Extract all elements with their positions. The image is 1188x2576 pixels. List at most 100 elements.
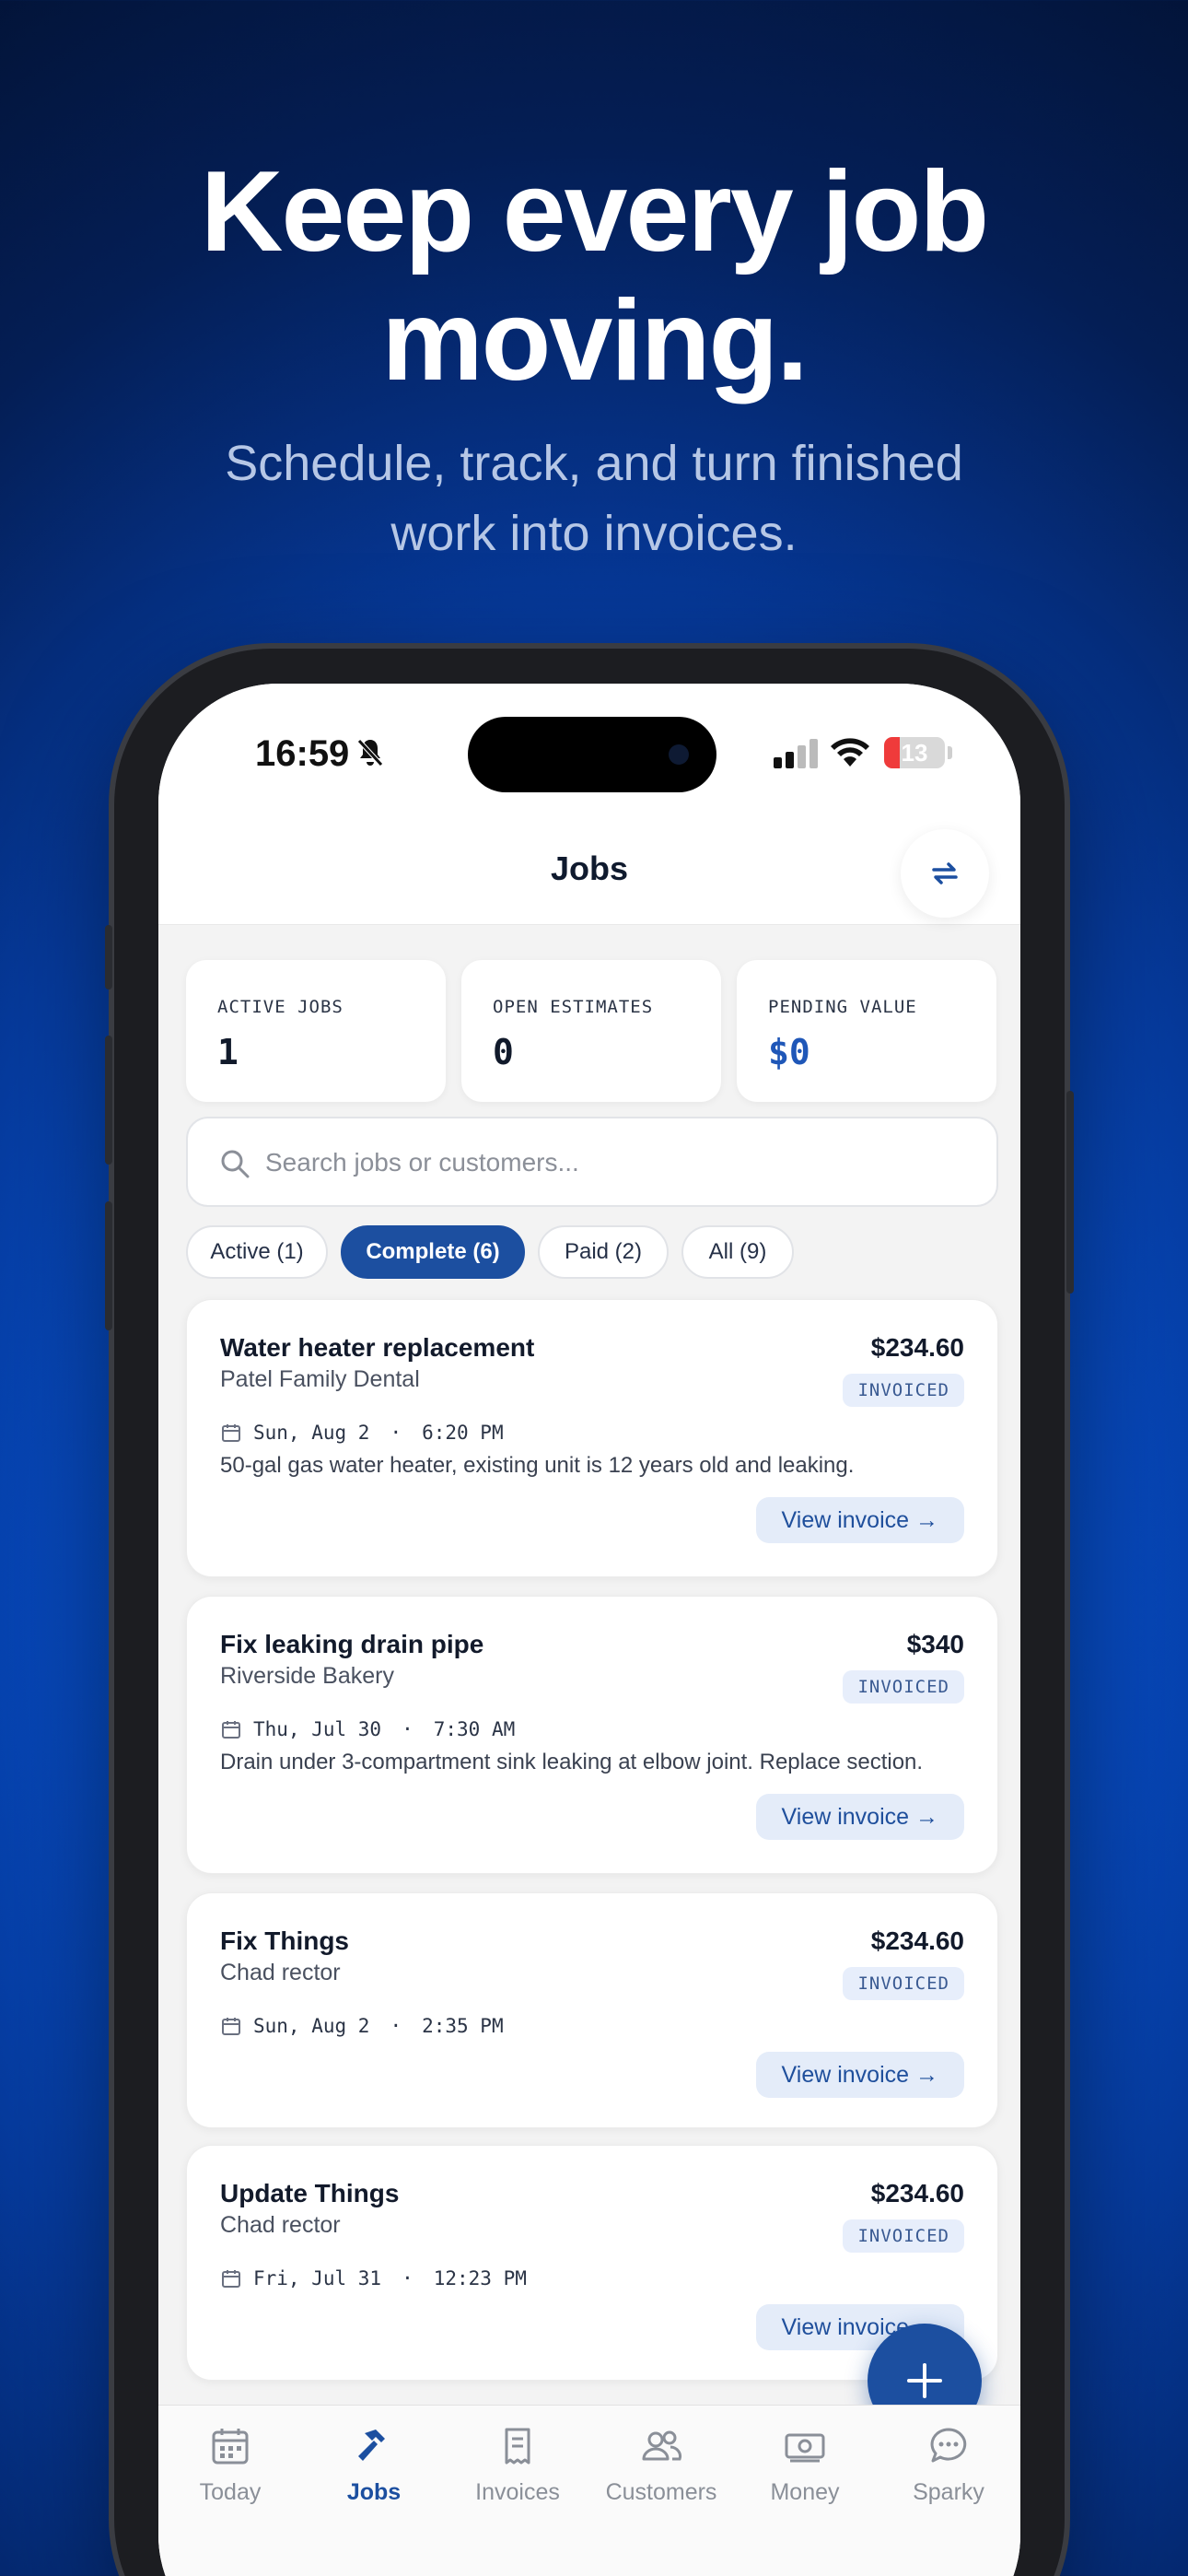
job-time: 12:23 PM: [433, 2267, 527, 2289]
job-card[interactable]: Fix Things Chad rector $234.60 INVOICED …: [186, 1892, 998, 2128]
status-badge: INVOICED: [843, 1967, 964, 2000]
stat-card-pending-value[interactable]: PENDING VALUE $0: [737, 960, 996, 1102]
headline-line-2: moving.: [381, 277, 808, 404]
cash-icon: [785, 2433, 825, 2463]
job-card[interactable]: Fix leaking drain pipe Riverside Bakery …: [186, 1596, 998, 1874]
job-time: 2:35 PM: [422, 2015, 504, 2037]
tab-money[interactable]: Money: [733, 2424, 877, 2535]
filter-chip-all[interactable]: All (9): [681, 1225, 794, 1279]
job-amount: $234.60: [870, 1333, 964, 1362]
tab-jobs[interactable]: Jobs: [302, 2424, 446, 2535]
view-invoice-button[interactable]: View invoice →: [755, 1497, 964, 1543]
tab-bar: Today Jobs Invoices Customers Money Spar…: [158, 2405, 1020, 2576]
wifi-icon: [831, 738, 869, 767]
calendar-icon: [222, 2018, 240, 2035]
stat-card-active-jobs[interactable]: ACTIVE JOBS 1: [186, 960, 446, 1102]
subheadline-line-2: work into invoices.: [390, 506, 798, 561]
job-customer: Chad rector: [220, 1960, 341, 1985]
subheadline-line-1: Schedule, track, and turn finished: [225, 436, 963, 491]
job-customer: Riverside Bakery: [220, 1663, 394, 1689]
date-separator: ·: [390, 2015, 402, 2037]
volume-down-button: [105, 1201, 112, 1330]
calendar-icon: [222, 1424, 240, 1442]
stat-label: ACTIVE JOBS: [217, 997, 344, 1017]
date-separator: ·: [402, 1718, 413, 1740]
date-separator: ·: [402, 2267, 413, 2289]
job-date: Sun, Aug 2: [253, 1422, 370, 1444]
search-icon: [221, 1150, 250, 1178]
subheadline: Schedule, track, and turn finished work …: [0, 428, 1188, 568]
camera-icon: [669, 744, 689, 765]
sync-button[interactable]: [901, 829, 989, 918]
stat-value: 0: [493, 1032, 514, 1072]
stat-card-open-estimates[interactable]: OPEN ESTIMATES 0: [461, 960, 721, 1102]
job-amount: $234.60: [870, 2179, 964, 2207]
tab-label: Jobs: [346, 2479, 402, 2505]
view-invoice-button[interactable]: View invoice →: [755, 1794, 964, 1840]
tab-sparky[interactable]: Sparky: [877, 2424, 1020, 2535]
tab-today[interactable]: Today: [158, 2424, 302, 2535]
job-schedule: Fri, Jul 31 · 12:23 PM: [220, 2267, 527, 2289]
plus-icon: [907, 2363, 942, 2398]
status-badge: INVOICED: [843, 1374, 964, 1407]
stat-value: $0: [768, 1032, 810, 1072]
tab-label: Money: [770, 2479, 840, 2505]
receipt-icon: [505, 2428, 530, 2465]
job-date: Fri, Jul 31: [253, 2267, 382, 2289]
job-title: Water heater replacement: [220, 1333, 535, 1362]
search-input[interactable]: [265, 1137, 965, 1188]
stat-label: PENDING VALUE: [768, 997, 917, 1017]
cellular-signal-icon: [774, 739, 818, 768]
sync-arrows-icon: [932, 862, 958, 884]
hammer-icon: [358, 2430, 385, 2461]
bell-muted-icon: [357, 739, 383, 767]
page-title: Jobs: [550, 849, 629, 887]
headline: Keep every job moving.: [0, 147, 1188, 405]
status-bar: 16:59 13: [158, 684, 1020, 822]
calendar-icon: [222, 2270, 240, 2288]
search-bar: [186, 1117, 998, 1207]
job-amount: $340: [906, 1630, 964, 1658]
job-title: Fix Things: [220, 1926, 349, 1955]
job-card[interactable]: Update Things Chad rector $234.60 INVOIC…: [186, 2145, 998, 2381]
tab-customers[interactable]: Customers: [589, 2424, 733, 2535]
job-description: 50-gal gas water heater, existing unit i…: [220, 1453, 855, 1478]
filter-chip-active[interactable]: Active (1): [186, 1225, 328, 1279]
app-screen: 16:59 13 Jobs ACTIVE JOBS 1 OPEN ESTIMAT…: [158, 684, 1020, 2576]
job-date: Sun, Aug 2: [253, 2015, 370, 2037]
tab-label: Invoices: [475, 2479, 560, 2505]
dynamic-island: [468, 717, 716, 792]
job-time: 6:20 PM: [422, 1422, 504, 1444]
job-title: Update Things: [220, 2179, 400, 2207]
people-icon: [642, 2430, 681, 2461]
job-card[interactable]: Water heater replacement Patel Family De…: [186, 1299, 998, 1577]
job-date: Thu, Jul 30: [253, 1718, 382, 1740]
status-time: 16:59: [255, 733, 350, 774]
tab-invoices[interactable]: Invoices: [446, 2424, 589, 2535]
chat-bubble-icon: [930, 2428, 967, 2463]
stat-value: 1: [217, 1032, 239, 1072]
job-time: 7:30 AM: [433, 1718, 516, 1740]
battery-tip: [948, 746, 952, 759]
calendar-icon: [222, 1721, 240, 1739]
filter-chip-paid[interactable]: Paid (2): [538, 1225, 669, 1279]
filter-chip-complete[interactable]: Complete (6): [341, 1225, 525, 1279]
job-customer: Patel Family Dental: [220, 1366, 420, 1392]
job-schedule: Sun, Aug 2 · 6:20 PM: [220, 1422, 504, 1444]
job-amount: $234.60: [870, 1926, 964, 1955]
battery-level: 13: [901, 739, 928, 767]
volume-up-button: [105, 1036, 112, 1165]
mute-switch: [105, 925, 112, 989]
tab-label: Today: [199, 2479, 262, 2505]
calendar-icon: [212, 2429, 249, 2465]
job-description: Drain under 3-compartment sink leaking a…: [220, 1750, 924, 1774]
battery-icon: 13: [884, 737, 945, 768]
headline-line-1: Keep every job: [200, 148, 989, 275]
navigation-bar: Jobs: [158, 822, 1020, 925]
power-button: [1066, 1091, 1074, 1294]
tab-label: Customers: [605, 2479, 717, 2505]
view-invoice-button[interactable]: View invoice →: [755, 2052, 964, 2098]
stat-label: OPEN ESTIMATES: [493, 997, 654, 1017]
tab-label: Sparky: [913, 2479, 984, 2505]
job-schedule: Thu, Jul 30 · 7:30 AM: [220, 1718, 515, 1740]
